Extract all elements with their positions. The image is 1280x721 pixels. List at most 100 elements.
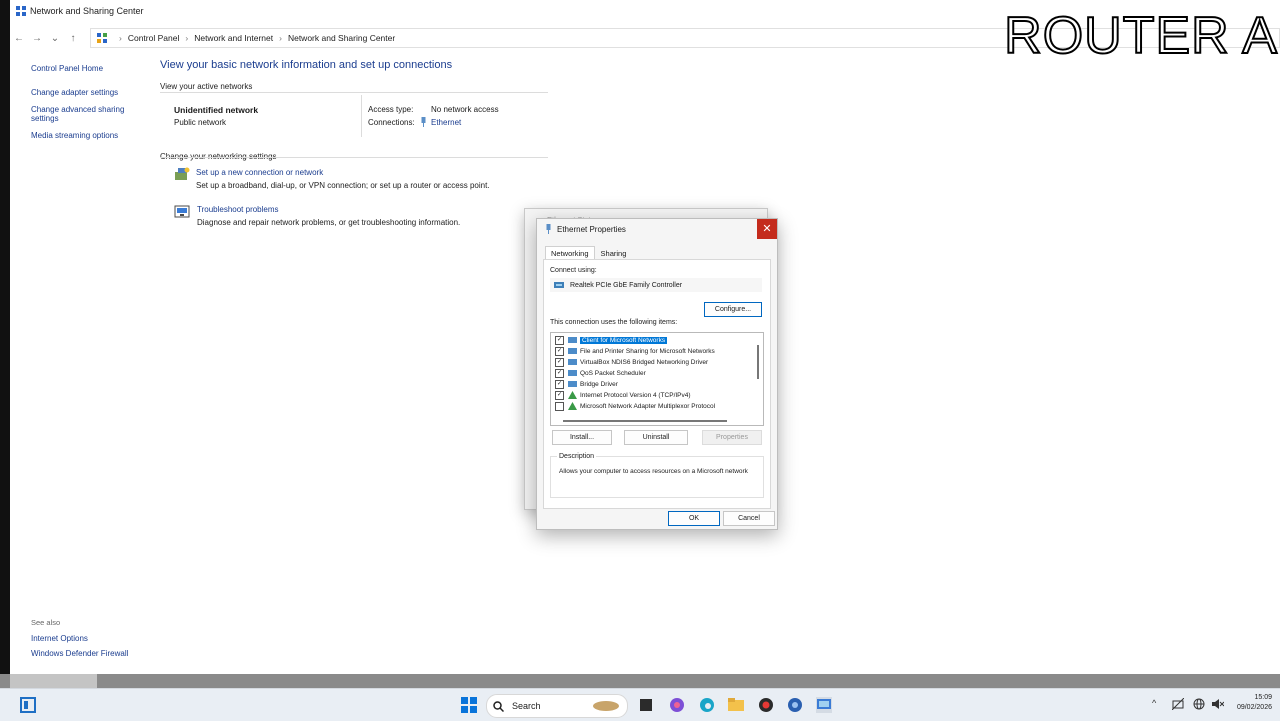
troubleshoot-description: Diagnose and repair network problems, or… xyxy=(197,218,461,227)
access-type-value: No network access xyxy=(431,105,499,114)
app-icon-red[interactable] xyxy=(758,697,774,713)
setup-connection-link[interactable]: Set up a new connection or network xyxy=(196,168,323,177)
back-arrow-icon[interactable]: ← xyxy=(10,33,28,44)
breadcrumb-network-and-internet[interactable]: Network and Internet xyxy=(194,33,273,43)
firewall-link[interactable]: Windows Defender Firewall xyxy=(31,649,128,658)
divider xyxy=(160,157,548,158)
checkbox-checked[interactable]: ✓ xyxy=(555,335,564,345)
router-label-overlay: ROUTER A xyxy=(1003,6,1278,66)
screen-left-edge xyxy=(0,0,10,688)
page-title: View your basic network information and … xyxy=(160,59,453,71)
clock-time: 15:09 xyxy=(1254,694,1272,701)
ethernet-connection-link[interactable]: Ethernet xyxy=(431,118,461,127)
troubleshoot-link[interactable]: Troubleshoot problems xyxy=(197,205,279,214)
list-item[interactable]: ✓ Internet Protocol Version 4 (TCP/IPv4) xyxy=(555,390,691,400)
divider xyxy=(361,95,362,137)
description-label: Description xyxy=(557,453,597,460)
start-icon[interactable] xyxy=(461,697,477,713)
protocol-icon xyxy=(568,391,577,399)
dialog-title-bar: Ethernet Properties xyxy=(545,224,626,234)
list-item-label: File and Printer Sharing for Microsoft N… xyxy=(580,347,715,355)
list-item[interactable]: Microsoft Network Adapter Multiplexor Pr… xyxy=(555,401,715,411)
divider xyxy=(160,92,548,93)
items-label: This connection uses the following items… xyxy=(550,319,678,326)
recent-dropdown-icon[interactable]: ⌄ xyxy=(46,33,64,44)
search-box[interactable]: Search xyxy=(486,694,628,718)
window-title: Network and Sharing Center xyxy=(30,6,144,16)
list-item-label: QoS Packet Scheduler xyxy=(580,369,646,377)
list-item-label: Microsoft Network Adapter Multiplexor Pr… xyxy=(580,402,716,410)
ethernet-icon xyxy=(420,117,427,129)
list-item[interactable]: ✓ VirtualBox NDIS6 Bridged Networking Dr… xyxy=(555,357,708,367)
checkbox-checked[interactable]: ✓ xyxy=(555,357,564,367)
cancel-button[interactable]: Cancel xyxy=(723,511,775,526)
up-arrow-icon[interactable]: ↑ xyxy=(64,33,82,44)
list-item-label: VirtualBox NDIS6 Bridged Networking Driv… xyxy=(580,358,709,366)
edge-icon[interactable] xyxy=(699,697,715,713)
sidebar-item-media-streaming[interactable]: Media streaming options xyxy=(31,131,141,140)
clock[interactable]: 15:09 09/02/2026 xyxy=(1237,693,1272,713)
band-highlight xyxy=(10,674,97,688)
configure-button[interactable]: Configure... xyxy=(704,302,762,317)
clock-date: 09/02/2026 xyxy=(1236,704,1272,711)
globe-icon[interactable] xyxy=(1193,698,1205,712)
internet-options-link[interactable]: Internet Options xyxy=(31,634,88,643)
active-networks-heading: View your active networks xyxy=(160,82,253,91)
networking-panel: Connect using: Realtek PCIe GbE Family C… xyxy=(543,259,771,509)
breadcrumb-separator: › xyxy=(185,33,189,43)
forward-arrow-icon[interactable]: → xyxy=(28,33,46,44)
app-icon-blue[interactable] xyxy=(787,697,803,713)
control-panel-taskbar-icon[interactable] xyxy=(816,697,832,713)
list-item[interactable]: ✓ File and Printer Sharing for Microsoft… xyxy=(555,346,715,356)
network-service-icon xyxy=(568,358,577,366)
ok-button[interactable]: OK xyxy=(668,511,720,526)
breadcrumb-separator: › xyxy=(279,33,282,43)
network-center-icon xyxy=(16,6,26,16)
troubleshoot-icon xyxy=(174,205,190,219)
network-adapter-icon xyxy=(554,281,564,289)
checkbox-checked[interactable]: ✓ xyxy=(555,346,564,356)
checkbox-checked[interactable]: ✓ xyxy=(555,379,564,389)
install-button[interactable]: Install... xyxy=(552,430,612,445)
checkbox-unchecked[interactable] xyxy=(555,401,564,411)
vertical-scrollbar[interactable] xyxy=(757,345,759,379)
file-explorer-icon[interactable] xyxy=(728,697,744,713)
sidebar-item-advanced-sharing[interactable]: Change advanced sharing settings xyxy=(31,105,141,123)
ethernet-properties-dialog: Ethernet Properties ✕ Networking Sharing… xyxy=(536,218,778,530)
new-connection-icon xyxy=(174,167,190,181)
horizontal-scrollbar[interactable] xyxy=(563,420,727,422)
sidebar-item-adapter-settings[interactable]: Change adapter settings xyxy=(31,88,141,97)
list-item-label: Client for Microsoft Networks xyxy=(580,336,668,344)
search-label: Search xyxy=(512,701,541,711)
network-client-icon xyxy=(568,336,577,344)
connection-items-list[interactable]: ✓ Client for Microsoft Networks ✓ File a… xyxy=(550,332,764,426)
checkbox-checked[interactable]: ✓ xyxy=(555,390,564,400)
breadcrumb-network-sharing-center[interactable]: Network and Sharing Center xyxy=(288,33,395,43)
sidebar-item-control-panel-home[interactable]: Control Panel Home xyxy=(31,64,141,73)
close-button[interactable]: ✕ xyxy=(757,219,777,239)
search-icon xyxy=(493,700,504,712)
chevron-up-icon[interactable]: ^ xyxy=(1152,698,1156,708)
list-item[interactable]: ✓ Bridge Driver xyxy=(555,379,618,389)
checkbox-checked[interactable]: ✓ xyxy=(555,368,564,378)
breadcrumb-separator: › xyxy=(119,33,122,43)
list-item[interactable]: ✓ QoS Packet Scheduler xyxy=(555,368,646,378)
adapter-field: Realtek PCIe GbE Family Controller xyxy=(550,278,762,292)
description-text: Allows your computer to access resources… xyxy=(559,468,748,475)
task-view-icon[interactable] xyxy=(20,697,36,713)
list-item-label: Internet Protocol Version 4 (TCP/IPv4) xyxy=(580,391,691,399)
volume-muted-icon[interactable] xyxy=(1212,698,1225,712)
connect-using-label: Connect using: xyxy=(550,267,597,274)
sidebar: Control Panel Home Change adapter settin… xyxy=(31,64,141,148)
protocol-icon xyxy=(568,402,577,410)
app-icon-dark[interactable] xyxy=(638,697,654,713)
network-disconnected-icon[interactable] xyxy=(1171,697,1185,712)
uninstall-button[interactable]: Uninstall xyxy=(624,430,688,445)
network-service-icon xyxy=(568,380,577,388)
list-item[interactable]: ✓ Client for Microsoft Networks xyxy=(555,335,668,345)
see-also-label: See also xyxy=(31,618,61,627)
properties-button[interactable]: Properties xyxy=(702,430,762,445)
connections-label: Connections: xyxy=(368,118,415,127)
breadcrumb-control-panel[interactable]: Control Panel xyxy=(128,33,180,43)
copilot-icon[interactable] xyxy=(669,697,685,713)
